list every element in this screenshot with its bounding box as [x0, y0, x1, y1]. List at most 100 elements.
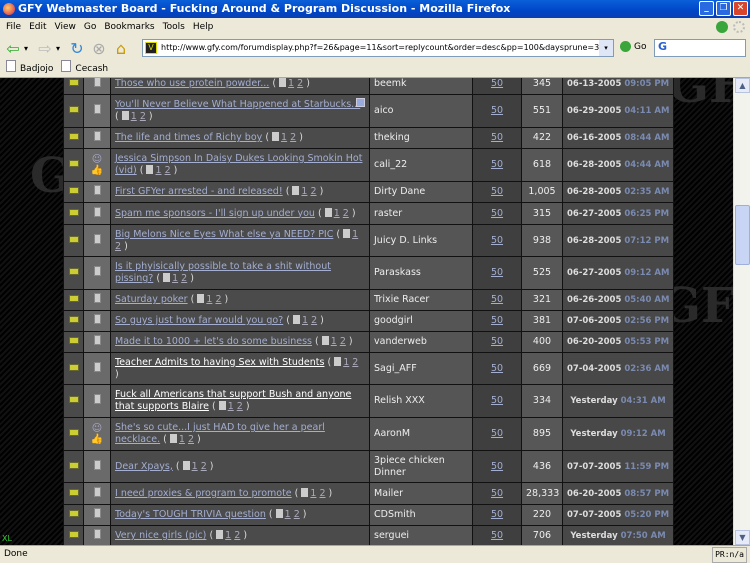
home-icon[interactable]: ⌂ — [110, 39, 132, 58]
thread-title-link[interactable]: Big Melons Nice Eyes What else ya NEED? … — [115, 229, 333, 240]
page-link[interactable]: 2 — [311, 186, 317, 197]
thread-author[interactable]: CDSmith — [369, 504, 473, 526]
menu-go[interactable]: Go — [82, 18, 102, 36]
page-link[interactable]: 2 — [290, 132, 296, 143]
thread-author[interactable]: raster — [369, 202, 473, 225]
scroll-down-icon[interactable]: ▼ — [735, 530, 750, 545]
thread-title-link[interactable]: First GFYer arrested - and released! — [115, 186, 283, 197]
page-link[interactable]: 1 — [352, 229, 358, 240]
url-dropdown-icon[interactable]: ▾ — [599, 40, 613, 56]
thread-title-link[interactable]: Today's TOUGH TRIVIA question — [115, 509, 266, 520]
page-link[interactable]: 2 — [352, 357, 358, 368]
page-link[interactable]: 2 — [340, 336, 346, 347]
thread-title-link[interactable]: I need proxies & program to promote — [115, 488, 292, 499]
thread-title-link[interactable]: You'll Never Believe What Happened at St… — [115, 99, 360, 110]
page-link[interactable]: 2 — [294, 509, 300, 520]
menu-file[interactable]: File — [4, 18, 27, 36]
thread-author[interactable]: Sagi_AFF — [369, 352, 473, 385]
replies-link[interactable]: 50 — [491, 395, 503, 406]
vertical-scrollbar[interactable]: ▲ ▼ — [733, 78, 750, 545]
replies-link[interactable]: 50 — [491, 235, 503, 246]
page-link[interactable]: 1 — [172, 273, 178, 284]
thread-author[interactable]: vanderweb — [369, 331, 473, 353]
maximize-button[interactable]: ❐ — [716, 1, 731, 16]
thread-author[interactable]: beemk — [369, 78, 473, 95]
replies-link[interactable]: 50 — [491, 132, 503, 143]
page-link[interactable]: 1 — [334, 208, 340, 219]
thread-author[interactable]: Trixie Racer — [369, 289, 473, 311]
menu-view[interactable]: View — [53, 18, 82, 36]
thread-author[interactable]: cali_22 — [369, 148, 473, 182]
replies-link[interactable]: 50 — [491, 294, 503, 305]
thread-author[interactable]: Dirty Dane — [369, 181, 473, 203]
page-link[interactable]: 2 — [234, 530, 240, 541]
thread-author[interactable]: serguei — [369, 525, 473, 545]
page-link[interactable]: 2 — [140, 111, 146, 122]
page-link[interactable]: 2 — [165, 165, 171, 176]
page-link[interactable]: 1 — [301, 186, 307, 197]
menu-edit[interactable]: Edit — [27, 18, 52, 36]
page-link[interactable]: 1 — [206, 294, 212, 305]
page-link[interactable]: 1 — [179, 434, 185, 445]
close-button[interactable]: ✕ — [733, 1, 748, 16]
thread-author[interactable]: theking — [369, 127, 473, 149]
page-link[interactable]: 1 — [225, 530, 231, 541]
thread-title-link[interactable]: Dear Xpays, — [115, 461, 173, 472]
replies-link[interactable]: 50 — [491, 363, 503, 374]
page-link[interactable]: 1 — [155, 165, 161, 176]
replies-link[interactable]: 50 — [491, 186, 503, 197]
stop-icon[interactable]: ⊗ — [88, 39, 110, 58]
page-link[interactable]: 1 — [228, 401, 234, 412]
thread-author[interactable]: aico — [369, 94, 473, 128]
forward-arrow-icon[interactable]: ⇨ — [34, 39, 56, 58]
scroll-up-icon[interactable]: ▲ — [735, 78, 750, 93]
page-link[interactable]: 2 — [201, 461, 207, 472]
search-input[interactable]: G — [654, 39, 746, 57]
url-bar[interactable]: V http://www.gfy.com/forumdisplay.php?f=… — [142, 39, 614, 57]
replies-link[interactable]: 50 — [491, 105, 503, 116]
page-link[interactable]: 2 — [311, 315, 317, 326]
thread-title-link[interactable]: Made it to 1000 + let's do some business — [115, 336, 312, 347]
thread-title-link[interactable]: Teacher Admits to having Sex with Studen… — [115, 357, 324, 368]
thread-title-link[interactable]: Saturday poker — [115, 294, 188, 305]
page-link[interactable]: 2 — [319, 488, 325, 499]
minimize-button[interactable]: _ — [699, 1, 714, 16]
replies-link[interactable]: 50 — [491, 78, 503, 89]
thread-title-link[interactable]: Spam me sponsors - I'll sign up under yo… — [115, 208, 315, 219]
thread-title-link[interactable]: Those who use protein powder... — [115, 78, 269, 89]
thread-author[interactable]: Relish XXX — [369, 384, 473, 418]
replies-link[interactable]: 50 — [491, 208, 503, 219]
page-link[interactable]: 2 — [215, 294, 221, 305]
page-link[interactable]: 1 — [192, 461, 198, 472]
page-link[interactable]: 2 — [115, 241, 121, 252]
back-dropdown-icon[interactable]: ▾ — [24, 44, 34, 53]
menu-help[interactable]: Help — [191, 18, 220, 36]
page-link[interactable]: 2 — [181, 273, 187, 284]
replies-link[interactable]: 50 — [491, 530, 503, 541]
bookmark-cecash[interactable]: Cecash — [61, 60, 108, 77]
thread-author[interactable]: goodgirl — [369, 310, 473, 332]
replies-link[interactable]: 50 — [491, 461, 503, 472]
page-link[interactable]: 2 — [297, 78, 303, 89]
page-link[interactable]: 1 — [281, 132, 287, 143]
replies-link[interactable]: 50 — [491, 336, 503, 347]
page-link[interactable]: 1 — [310, 488, 316, 499]
thread-title-link[interactable]: So guys just how far would you go? — [115, 315, 283, 326]
replies-link[interactable]: 50 — [491, 509, 503, 520]
menu-tools[interactable]: Tools — [161, 18, 191, 36]
thread-title-link[interactable]: Is it phyisically possible to take a shi… — [115, 261, 331, 284]
replies-link[interactable]: 50 — [491, 159, 503, 170]
replies-link[interactable]: 50 — [491, 488, 503, 499]
menu-bookmarks[interactable]: Bookmarks — [102, 18, 160, 36]
thread-author[interactable]: AaronM — [369, 417, 473, 451]
thread-title-link[interactable]: Very nice girls (pic) — [115, 530, 206, 541]
page-link[interactable]: 2 — [188, 434, 194, 445]
page-link[interactable]: 1 — [131, 111, 137, 122]
thread-title-link[interactable]: The life and times of Richy boy — [115, 132, 262, 143]
thread-author[interactable]: Juicy D. Links — [369, 224, 473, 257]
update-icon[interactable] — [716, 21, 728, 33]
page-link[interactable]: 1 — [288, 78, 294, 89]
back-arrow-icon[interactable]: ⇦ — [2, 39, 24, 58]
scrollbar-thumb[interactable] — [735, 205, 750, 265]
thread-author[interactable]: Paraskass — [369, 256, 473, 290]
